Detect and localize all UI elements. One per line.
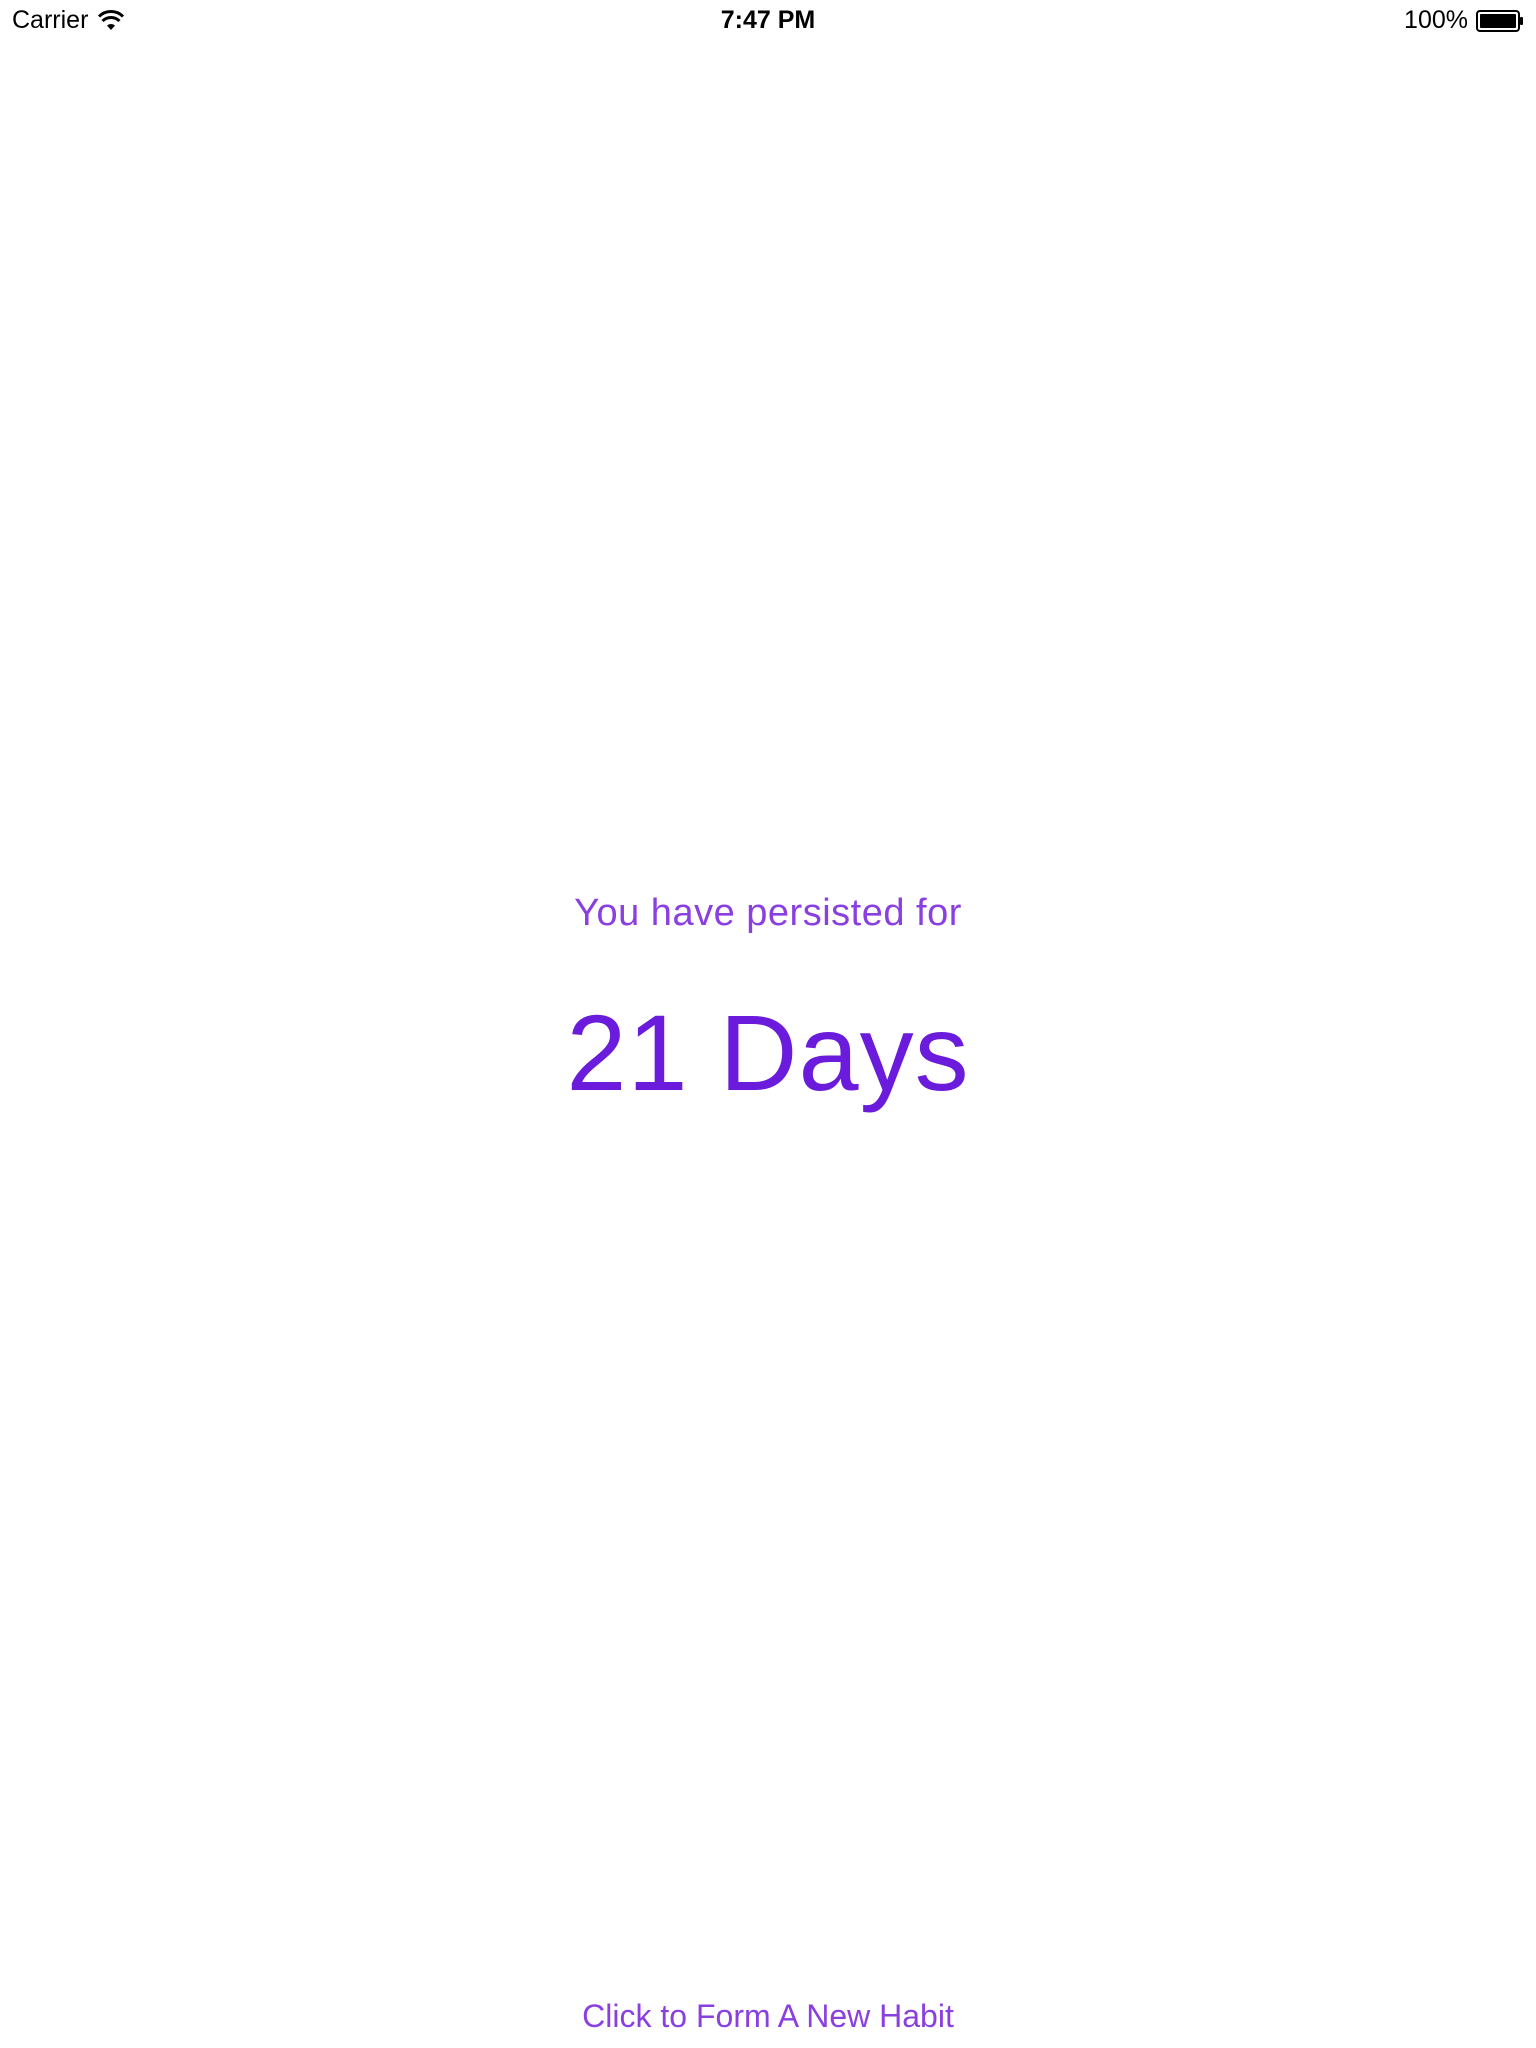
persist-label: You have persisted for (574, 892, 962, 934)
status-time: 7:47 PM (720, 6, 816, 34)
status-bar: Carrier 7:47 PM 100% (0, 0, 1536, 40)
battery-full-icon (1476, 9, 1523, 32)
days-count: 21 Days (566, 992, 970, 1113)
new-habit-button[interactable]: Click to Form A New Habit (0, 1998, 1536, 2035)
battery-percent: 100% (1404, 6, 1468, 34)
battery-status: 100% (1404, 6, 1524, 35)
